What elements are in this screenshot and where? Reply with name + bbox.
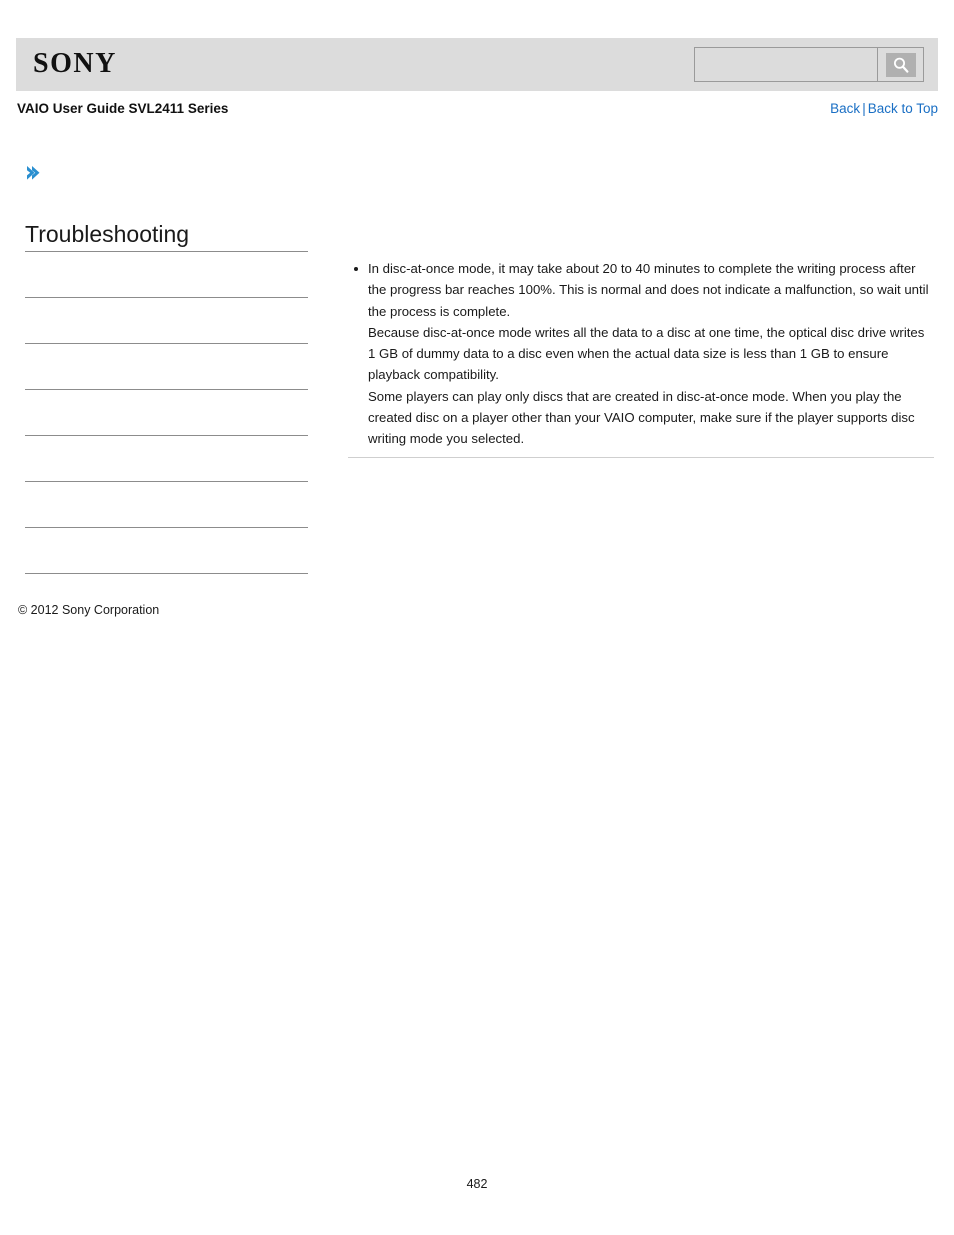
sidebar-item-6[interactable] [25, 482, 308, 528]
list-item: In disc-at-once mode, it may take about … [348, 258, 934, 450]
search-box[interactable] [694, 47, 924, 82]
sidebar: Troubleshooting [25, 220, 308, 574]
subheader: VAIO User Guide SVL2411 Series Back | Back… [16, 101, 938, 121]
back-link[interactable]: Back [830, 101, 860, 116]
guide-title: VAIO User Guide SVL2411 Series [17, 101, 229, 116]
content-divider [348, 457, 934, 458]
note-paragraph: In disc-at-once mode, it may take about … [368, 261, 929, 319]
sidebar-item-7[interactable] [25, 528, 308, 574]
sidebar-item-1[interactable] [25, 252, 308, 298]
sidebar-item-2[interactable] [25, 298, 308, 344]
sidebar-title: Troubleshooting [25, 220, 308, 252]
note-paragraph: Because disc-at-once mode writes all the… [368, 324, 925, 383]
page-root: SONY VAIO User Guide SVL2411 Series Back… [0, 0, 954, 1235]
copyright-notice: © 2012 Sony Corporation [18, 603, 160, 617]
search-input[interactable] [695, 48, 877, 81]
note-list: In disc-at-once mode, it may take about … [348, 258, 934, 450]
sidebar-item-4[interactable] [25, 390, 308, 436]
sony-logo: SONY [33, 48, 117, 79]
main-content: In disc-at-once mode, it may take about … [348, 258, 934, 450]
sidebar-item-3[interactable] [25, 344, 308, 390]
back-to-top-link[interactable]: Back to Top [868, 101, 938, 116]
search-icon [885, 52, 916, 77]
site-header: SONY [16, 38, 938, 91]
search-button[interactable] [877, 48, 923, 81]
note-paragraph: Some players can play only discs that ar… [368, 388, 915, 447]
header-nav-links: Back | Back to Top [830, 101, 938, 116]
nav-separator: | [862, 101, 866, 116]
page-number: 482 [466, 1177, 488, 1191]
chevron-right-icon[interactable] [24, 163, 44, 183]
sidebar-item-5[interactable] [25, 436, 308, 482]
